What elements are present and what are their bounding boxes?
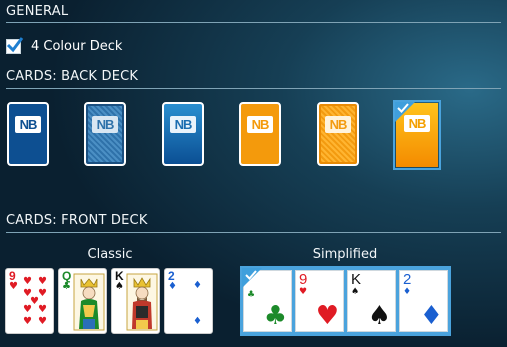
heart-icon: ♥	[38, 316, 47, 327]
classic-card-king-spades: K ♠	[111, 268, 160, 334]
diamond-icon: ♦	[403, 287, 412, 297]
classic-card-queen-clubs: Q ♣	[58, 268, 107, 334]
diamond-icon: ♦	[168, 281, 177, 292]
heart-icon: ♥	[315, 301, 339, 331]
nb-logo: NB	[170, 116, 196, 133]
diamond-icon: ♦	[193, 280, 202, 291]
back-card-blue-pattern[interactable]: NB	[84, 102, 126, 166]
king-portrait-icon	[126, 273, 158, 331]
heart-icon: ♥	[23, 304, 32, 315]
queen-portrait-icon	[73, 273, 105, 331]
classic-card-two-diamonds: 2 ♦ ♦ ♦	[164, 268, 213, 334]
diamond-icon: ♦	[419, 301, 443, 331]
spade-icon: ♠	[367, 301, 391, 331]
nb-logo: NB	[325, 116, 351, 133]
spade-icon: ♠	[115, 281, 124, 292]
divider	[6, 232, 501, 233]
heart-icon: ♥	[23, 316, 32, 327]
simplified-label: Simplified	[312, 247, 378, 262]
club-icon: ♣	[247, 290, 256, 300]
divider	[6, 88, 501, 89]
back-card-orange-gradient-selected[interactable]: NB	[393, 100, 441, 170]
heart-icon: ♥	[38, 304, 47, 315]
four-colour-deck-checkbox[interactable]	[6, 36, 24, 54]
club-icon: ♣	[62, 281, 71, 292]
nb-logo: NB	[247, 116, 273, 133]
simplified-card-nine-hearts: 9 ♥ ♥	[295, 270, 344, 332]
heart-icon: ♥	[23, 276, 32, 287]
nb-logo: NB	[15, 116, 41, 133]
back-card-blue-gradient[interactable]: NB	[162, 102, 204, 166]
card-rank: 2	[403, 271, 412, 288]
back-card-orange-pattern[interactable]: NB	[317, 102, 359, 166]
checkmark-icon	[245, 270, 257, 280]
diamond-icon: ♦	[193, 316, 202, 327]
heart-icon: ♥	[9, 281, 18, 292]
section-title-general: GENERAL	[6, 4, 69, 19]
simplified-card-two-diamonds: 2 ♦ ♦	[399, 270, 448, 332]
simplified-card-king-spades: K ♠ ♠	[347, 270, 396, 332]
nb-logo: NB	[92, 116, 118, 133]
heart-icon: ♥	[38, 276, 47, 287]
card-rank: K	[351, 271, 362, 288]
spade-icon: ♠	[351, 287, 360, 297]
divider	[6, 22, 501, 23]
heart-icon: ♥	[299, 287, 308, 297]
four-colour-deck-option[interactable]: 4 Colour Deck	[6, 36, 123, 55]
checkmark-icon	[397, 103, 409, 113]
heart-icon: ♥	[38, 288, 47, 299]
card-rank: 9	[299, 271, 308, 288]
four-colour-deck-label: 4 Colour Deck	[31, 38, 123, 54]
simplified-deck-option-selected[interactable]: ♣ ♣ 9 ♥ ♥ K ♠ ♠ 2 ♦ ♦	[240, 266, 451, 336]
back-card-orange-solid[interactable]: NB	[239, 102, 281, 166]
club-icon: ♣	[263, 301, 287, 331]
classic-card-nine-hearts: 9 ♥ ♥ ♥ ♥ ♥ ♥ ♥ ♥ ♥ ♥	[5, 268, 54, 334]
section-title-front-deck: CARDS: FRONT DECK	[6, 213, 148, 228]
back-card-blue-solid[interactable]: NB	[7, 102, 49, 166]
section-title-back-deck: CARDS: BACK DECK	[6, 69, 139, 84]
checkmark-icon	[6, 36, 24, 52]
classic-label: Classic	[87, 247, 133, 262]
